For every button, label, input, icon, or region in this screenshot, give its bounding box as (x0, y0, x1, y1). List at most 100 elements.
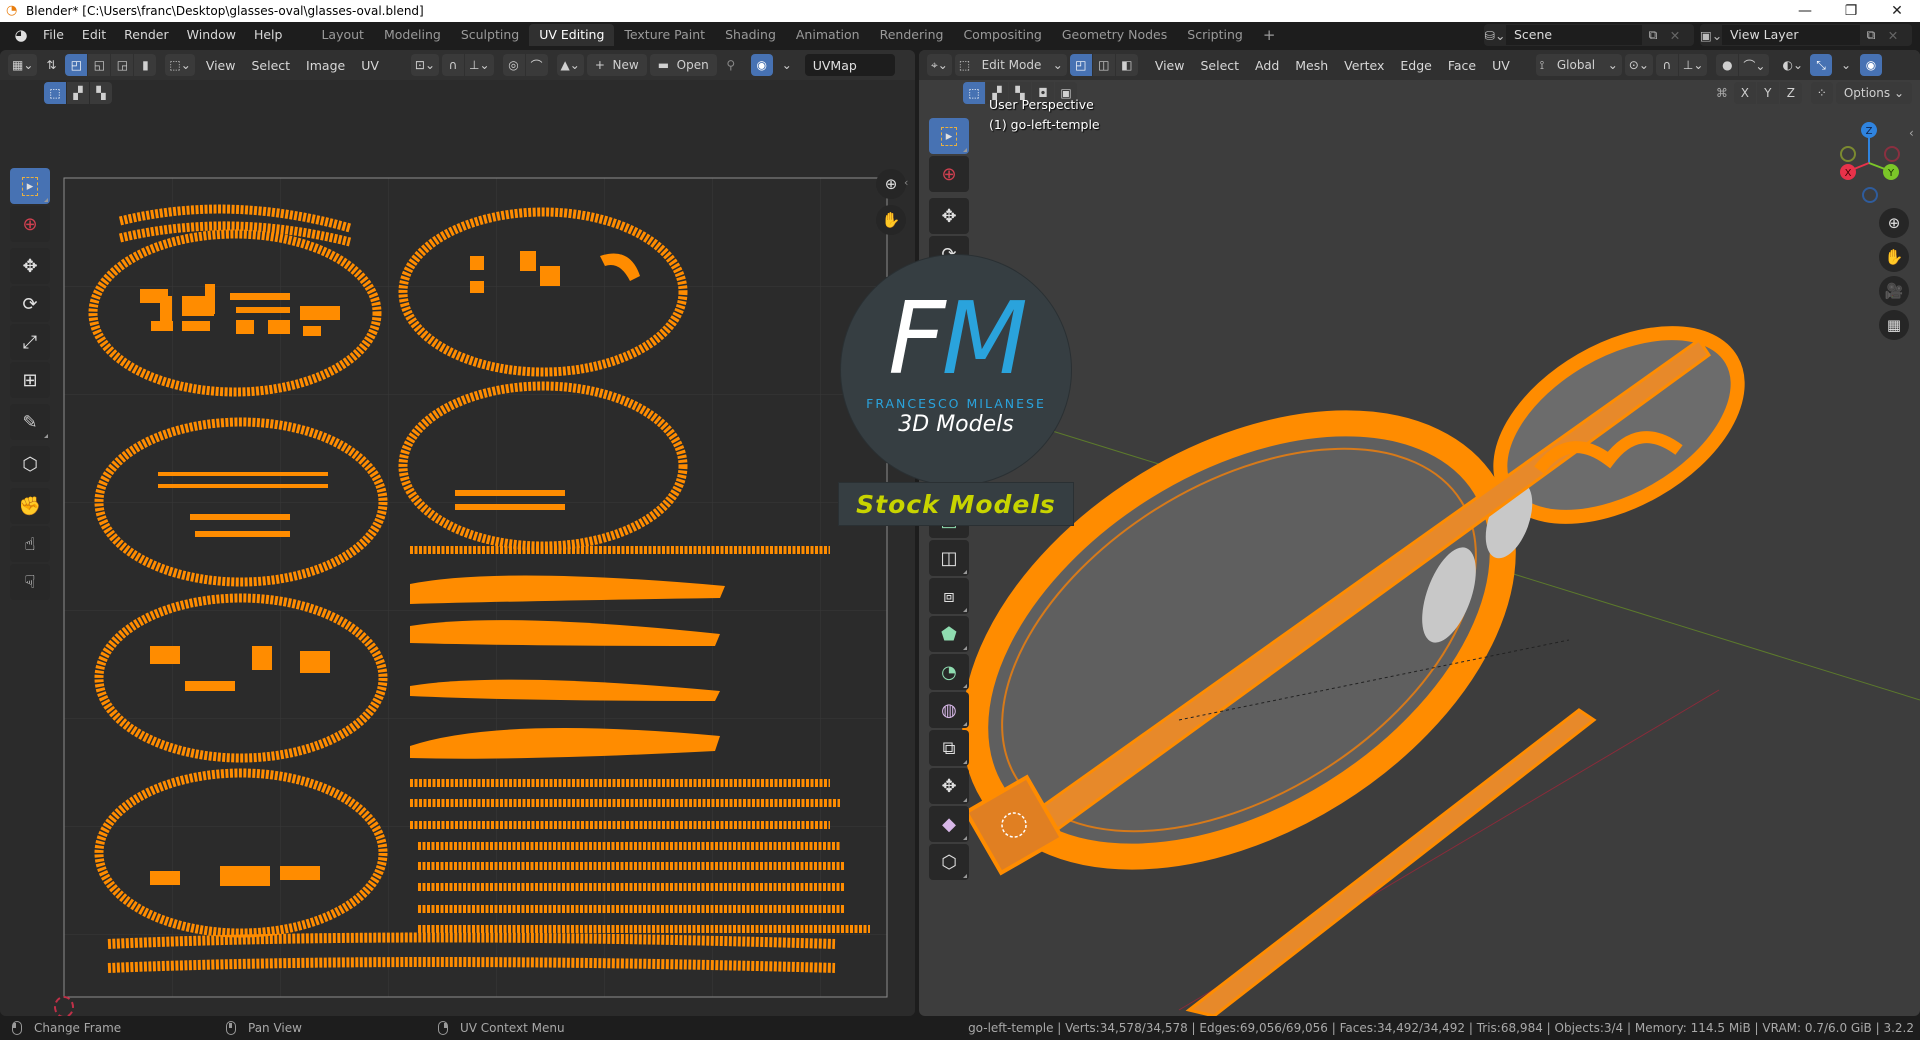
uv-sidebar-toggle-icon[interactable]: ‹ (904, 176, 908, 189)
editor-type-icon[interactable]: ▦⌄ (8, 54, 38, 76)
topology-mirror-icon[interactable]: ⁘ (1810, 82, 1833, 104)
uv-cursor-tool[interactable]: ⊕ (10, 206, 50, 242)
tab-layout[interactable]: Layout (311, 24, 374, 46)
uv-2d-cursor-icon[interactable] (54, 996, 74, 1016)
view-layer-selector[interactable]: ▣⌄ View Layer ⧉ ✕ (1700, 24, 1912, 46)
uv-scale-tool[interactable]: ⤢ (10, 324, 50, 360)
uv-edge-select-icon[interactable]: ◱ (88, 54, 111, 76)
face-select-mode-icon[interactable]: ◧ (1115, 54, 1138, 76)
visibility-icon[interactable]: ◐⌄ (1778, 54, 1807, 76)
bevel-tool[interactable]: ◫ (929, 540, 969, 576)
viewport-menu-add[interactable]: Add (1247, 58, 1287, 73)
viewport-menu-vertex[interactable]: Vertex (1336, 58, 1392, 73)
uv-vertex-select-icon[interactable]: ◰ (65, 54, 88, 76)
uv-menu-select[interactable]: Select (243, 58, 298, 73)
proportional-edit-icon[interactable]: ● (1716, 54, 1739, 76)
viewport-menu-uv[interactable]: UV (1484, 58, 1518, 73)
menu-help[interactable]: Help (245, 22, 292, 48)
menu-file[interactable]: File (34, 22, 73, 48)
mirror-icon[interactable]: ⌘ (1716, 86, 1728, 100)
smooth-tool[interactable]: ◍ (929, 692, 969, 728)
new-image-button[interactable]: + New (586, 54, 647, 76)
uv-grab-tool[interactable]: ✊ (10, 488, 50, 524)
tab-animation[interactable]: Animation (786, 24, 870, 46)
tab-texture-paint[interactable]: Texture Paint (614, 24, 715, 46)
ortho-toggle-grid-icon[interactable]: ▦ (1879, 310, 1909, 340)
blender-menu-icon[interactable]: ◕ (8, 22, 34, 48)
scene-icon[interactable]: ⛁⌄ (1484, 28, 1506, 43)
image-browse-icon[interactable]: ▲⌄ (556, 54, 584, 76)
tab-sculpting[interactable]: Sculpting (451, 24, 529, 46)
sync-selection-icon[interactable]: ⇅ (40, 54, 62, 76)
tab-geometry-nodes[interactable]: Geometry Nodes (1052, 24, 1177, 46)
viewport-3d[interactable]: ⌖⌄ ⬚ Edit Mode ⌄ ◰ ◫ ◧ View Select Add M… (919, 50, 1920, 1016)
close-button[interactable]: ✕ (1874, 0, 1920, 22)
uv-rotate-tool[interactable]: ⟳ (10, 286, 50, 322)
snap-toggle-icon[interactable]: ∩ (1655, 54, 1678, 76)
camera-view-icon[interactable]: 🎥 (1879, 276, 1909, 306)
tab-compositing[interactable]: Compositing (953, 24, 1051, 46)
menu-edit[interactable]: Edit (73, 22, 115, 48)
uv-pan-hand-icon[interactable]: ✋ (876, 205, 906, 235)
mirror-z-button[interactable]: Z (1779, 82, 1802, 104)
select-box-tool[interactable]: ▸ (929, 118, 969, 154)
shear-tool[interactable]: ◆ (929, 806, 969, 842)
uv-transform-tool[interactable]: ⊞ (10, 362, 50, 398)
uv-rip-tool[interactable]: ⬡ (10, 446, 50, 482)
options-dropdown[interactable]: Options ⌄ (1835, 82, 1912, 104)
menu-window[interactable]: Window (178, 22, 245, 48)
open-image-button[interactable]: ▬ Open (649, 54, 717, 76)
overlay-toggle-icon[interactable]: ◉ (1860, 54, 1883, 76)
uv-overlay-icon[interactable]: ◉ (750, 54, 773, 76)
minimize-button[interactable]: — (1782, 0, 1828, 22)
shrink-fatten-tool[interactable]: ✥ (929, 768, 969, 804)
sticky-selection-icon[interactable]: ⬚⌄ (165, 54, 195, 76)
uv-menu-image[interactable]: Image (298, 58, 353, 73)
uv-zoom-icon[interactable]: ⊕ (876, 169, 906, 199)
view-layer-name-field[interactable]: View Layer (1722, 25, 1860, 45)
edge-slide-tool[interactable]: ⧉ (929, 730, 969, 766)
viewport-sidebar-toggle-icon[interactable]: ‹ (1909, 126, 1914, 140)
rip-region-tool[interactable]: ⬡ (929, 844, 969, 880)
tab-uv-editing[interactable]: UV Editing (529, 24, 615, 46)
tab-rendering[interactable]: Rendering (870, 24, 954, 46)
add-workspace-button[interactable]: + (1253, 24, 1286, 46)
select-new-icon[interactable]: ⬚ (44, 82, 66, 104)
gizmo-dropdown-icon[interactable]: ⌄ (1835, 54, 1857, 76)
mode-dropdown[interactable]: ⬚ Edit Mode ⌄ (954, 54, 1067, 76)
transform-orientation-dropdown[interactable]: ⟟ Global ⌄ (1535, 54, 1622, 76)
cursor-tool[interactable]: ⊕ (929, 156, 969, 192)
overlay-dropdown-icon[interactable]: ⌄ (776, 54, 798, 76)
pivot-point-icon[interactable]: ⊙⌄ (1624, 54, 1653, 76)
uvmap-field[interactable]: UVMap (804, 54, 895, 76)
menu-render[interactable]: Render (115, 22, 178, 48)
tab-shading[interactable]: Shading (715, 24, 786, 46)
view-layer-icon[interactable]: ▣⌄ (1700, 28, 1722, 43)
maximize-button[interactable]: ❐ (1828, 0, 1874, 22)
select-subtract-icon[interactable]: ▚ (90, 82, 112, 104)
spin-tool[interactable]: ◔ (929, 654, 969, 690)
uv-face-select-icon[interactable]: ◲ (111, 54, 134, 76)
viewport-menu-view[interactable]: View (1147, 58, 1193, 73)
new-view-layer-icon[interactable]: ⧉ (1860, 27, 1882, 43)
viewport-menu-mesh[interactable]: Mesh (1287, 58, 1336, 73)
viewport-editor-type-icon[interactable]: ⌖⌄ (927, 54, 952, 76)
viewport-menu-edge[interactable]: Edge (1392, 58, 1439, 73)
snap-increment-icon[interactable]: ⊥⌄ (465, 54, 494, 76)
viewport-zoom-icon[interactable]: ⊕ (1879, 208, 1909, 238)
delete-view-layer-icon[interactable]: ✕ (1882, 28, 1904, 43)
viewport-pan-hand-icon[interactable]: ✋ (1879, 242, 1909, 272)
uv-menu-view[interactable]: View (198, 58, 244, 73)
gizmo-toggle-icon[interactable]: ⤡ (1810, 54, 1833, 76)
uv-pinch-tool[interactable]: ☟ (10, 564, 50, 600)
proportional-falloff-icon[interactable]: ⌒⌄ (1739, 54, 1770, 76)
uv-select-box-tool[interactable]: ▸ (10, 168, 50, 204)
uv-menu-uv[interactable]: UV (353, 58, 387, 73)
snap-target-icon[interactable]: ⊥⌄ (1678, 54, 1708, 76)
navigation-gizmo[interactable]: Z X Y (1824, 116, 1914, 206)
new-scene-icon[interactable]: ⧉ (1642, 27, 1664, 43)
uv-annotate-tool[interactable]: ✎ (10, 404, 50, 440)
tab-scripting[interactable]: Scripting (1177, 24, 1253, 46)
mirror-x-button[interactable]: X (1733, 82, 1756, 104)
scene-selector[interactable]: ⛁⌄ Scene ⧉ ✕ (1484, 24, 1694, 46)
